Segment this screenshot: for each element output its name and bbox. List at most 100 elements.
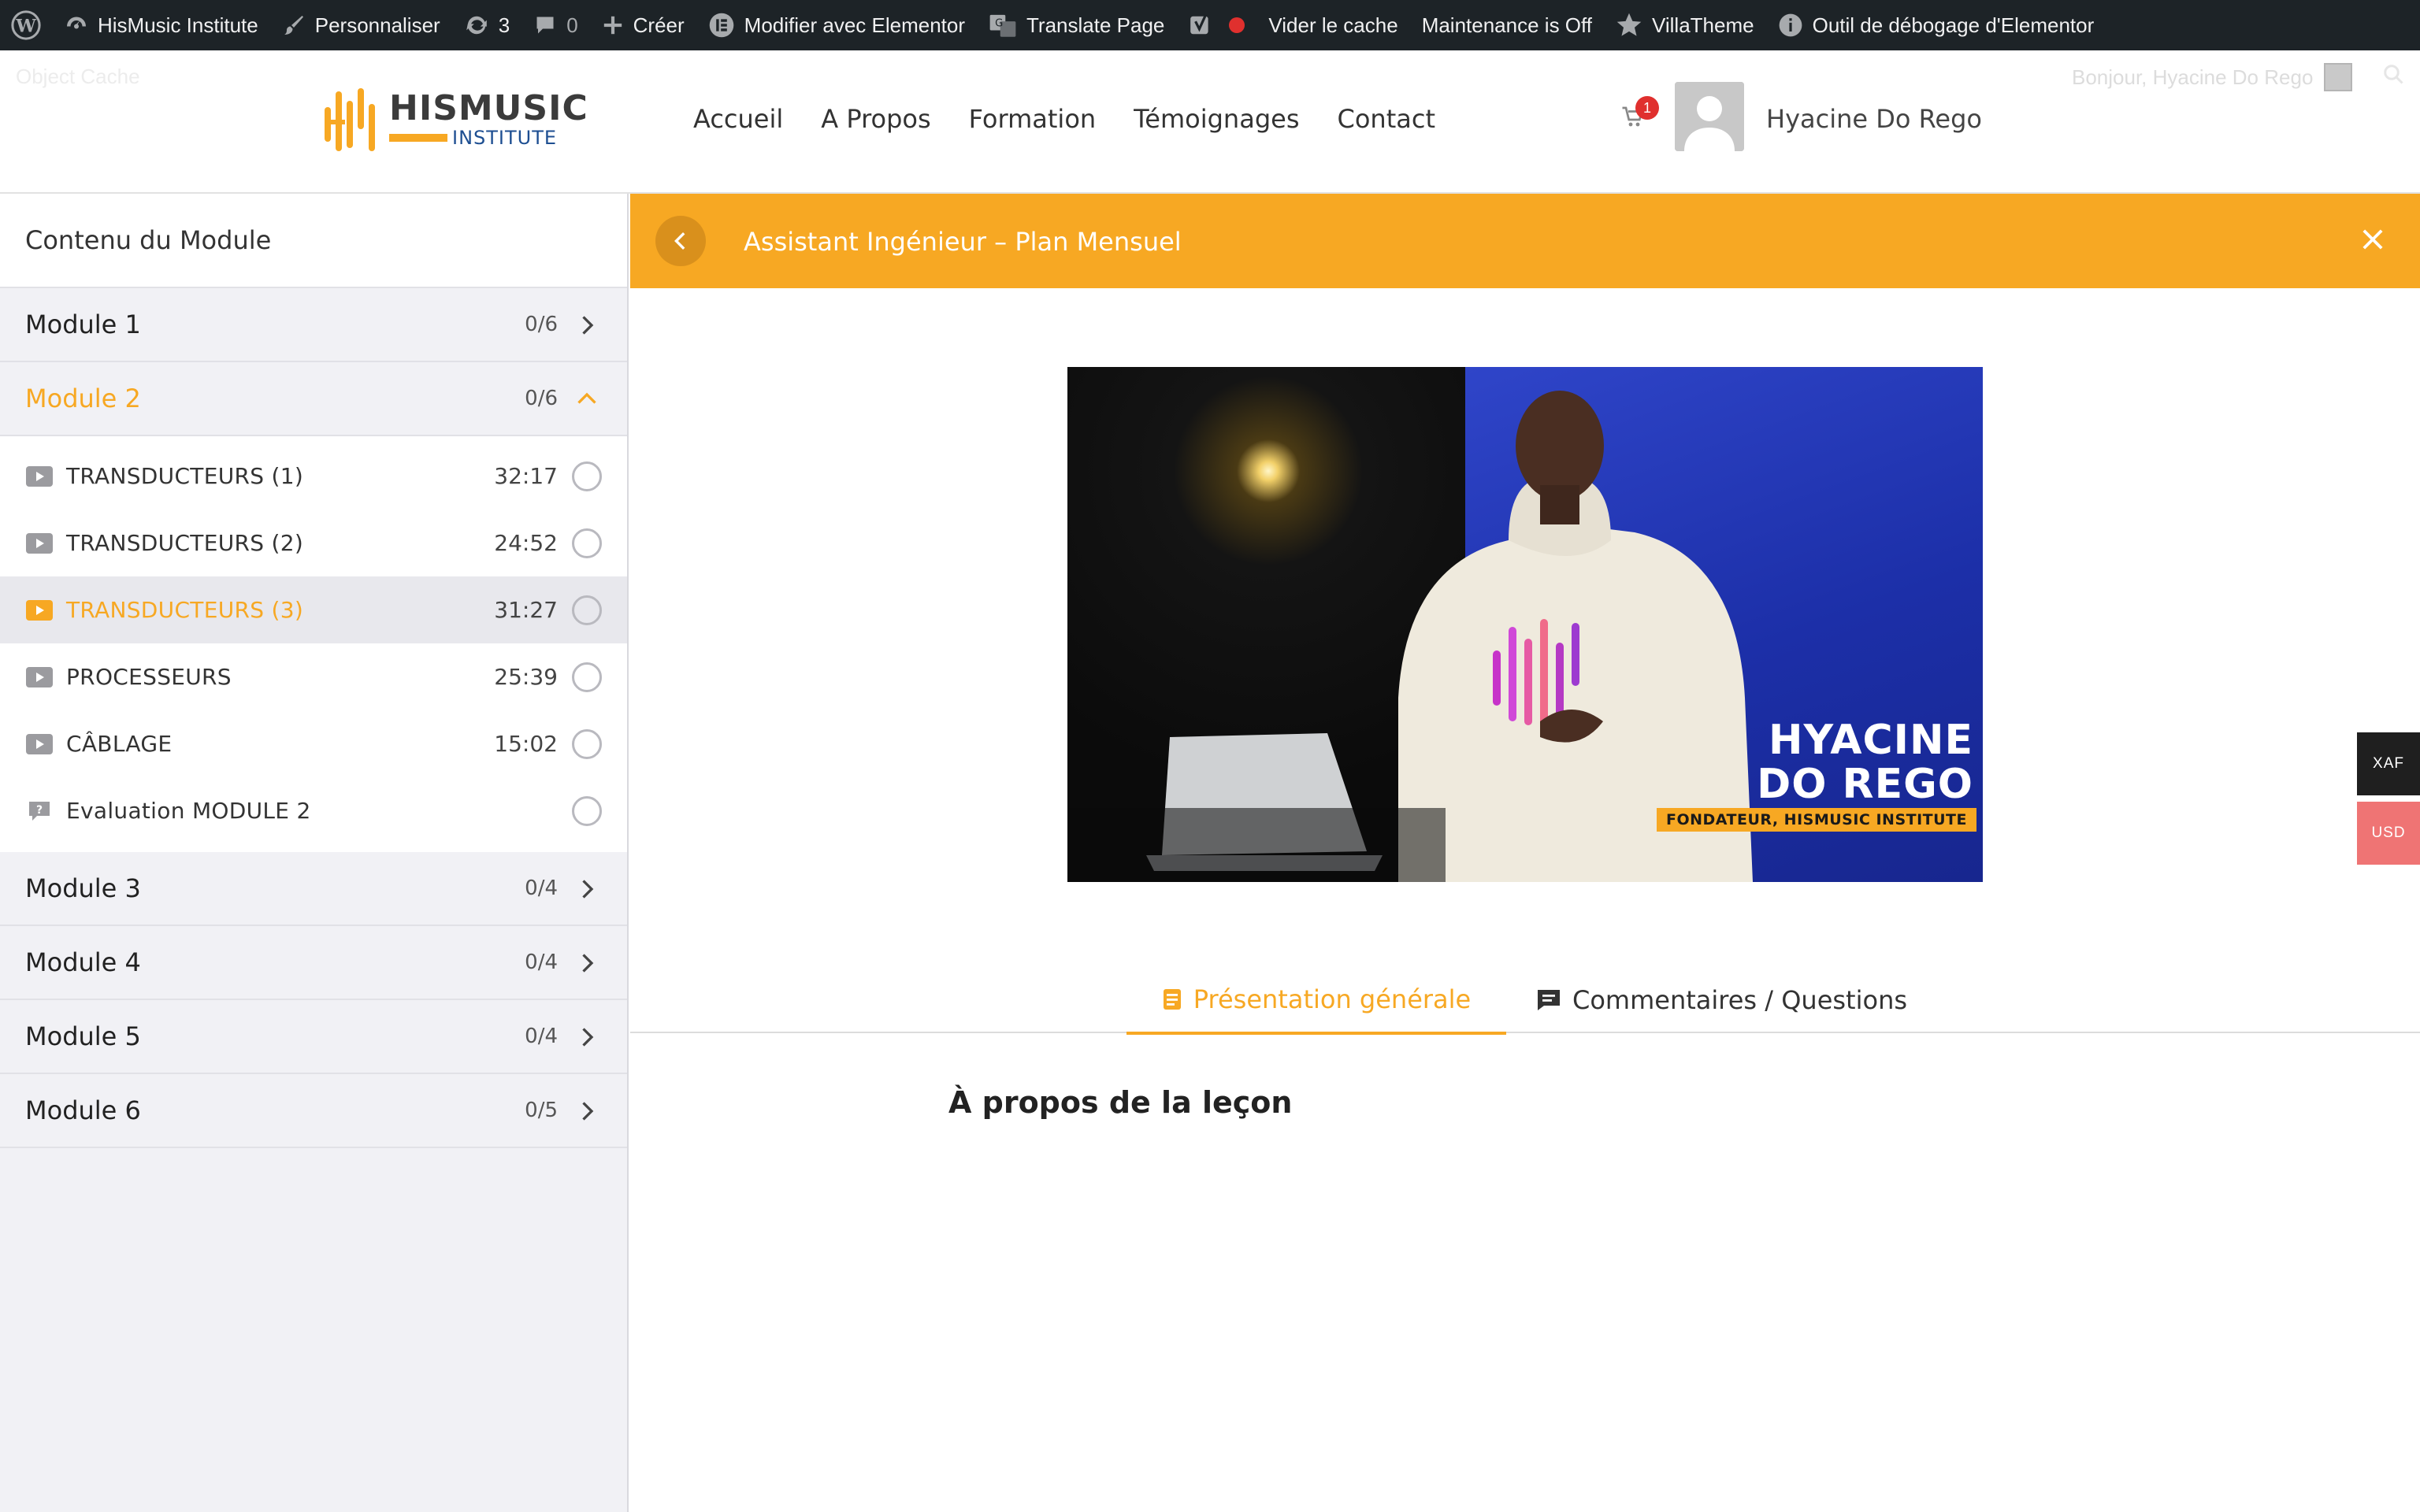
chevron-right-icon — [582, 1102, 594, 1121]
object-cache-label: Object Cache — [16, 65, 140, 88]
module-name: Module 4 — [25, 947, 141, 977]
seo-status-dot — [1229, 17, 1245, 33]
lesson-duration: 24:52 — [494, 530, 558, 556]
lesson-item-active[interactable]: TRANSDUCTEURS (3) 31:27 — [0, 576, 627, 643]
updates-icon — [466, 16, 487, 35]
lesson-item[interactable]: TRANSDUCTEURS (1) 32:17 — [0, 443, 627, 510]
completion-circle-icon[interactable] — [572, 595, 602, 625]
lesson-video-player[interactable]: HYACINE DO REGO FONDATEUR, HISMUSIC INST… — [1067, 367, 1983, 882]
tab-comments[interactable]: Commentaires / Questions — [1536, 967, 1907, 1033]
admin-bar-updates[interactable]: 3 — [464, 0, 510, 50]
user-greeting[interactable]: Bonjour, Hyacine Do Rego — [2072, 63, 2353, 91]
module-progress: 0/5 — [525, 1099, 558, 1122]
module-name: Module 6 — [25, 1095, 141, 1125]
close-icon[interactable] — [2360, 227, 2385, 255]
wordpress-logo-icon[interactable]: W — [11, 0, 41, 50]
clear-cache-label: Vider le cache — [1268, 13, 1398, 37]
module-progress: 0/4 — [525, 1025, 558, 1048]
chevron-left-icon — [674, 232, 685, 250]
module-name: Module 3 — [25, 873, 141, 903]
admin-bar-customize[interactable]: Personnaliser — [282, 0, 440, 50]
nav-accueil[interactable]: Accueil — [693, 104, 783, 134]
module-item-5[interactable]: Module 5 0/4 — [0, 1000, 627, 1074]
module-name: Module 2 — [25, 384, 141, 413]
video-play-icon — [25, 666, 54, 688]
about-lesson-heading: À propos de la leçon — [948, 1085, 1293, 1120]
site-header: Object Cache Bonjour, Hyacine Do Rego HI… — [0, 50, 2420, 194]
module-2-lessons: TRANSDUCTEURS (1) 32:17 TRANSDUCTEURS (2… — [0, 436, 627, 852]
completion-circle-icon[interactable] — [572, 662, 602, 692]
module-progress: 0/4 — [525, 876, 558, 900]
translate-icon: G — [989, 14, 1016, 37]
search-icon[interactable] — [2382, 63, 2406, 90]
logo-text-main: HISMUSIC — [389, 88, 588, 128]
chevron-right-icon — [582, 1028, 594, 1047]
module-item-3[interactable]: Module 3 0/4 — [0, 852, 627, 926]
main-nav: Accueil A Propos Formation Témoignages C… — [693, 104, 1473, 134]
admin-bar-new[interactable]: Créer — [602, 0, 685, 50]
module-item-2[interactable]: Module 2 0/6 — [0, 362, 627, 436]
user-name[interactable]: Hyacine Do Rego — [1766, 104, 1982, 134]
completion-circle-icon[interactable] — [572, 795, 602, 826]
currency-usd[interactable]: USD — [2357, 802, 2420, 865]
lesson-item[interactable]: TRANSDUCTEURS (2) 24:52 — [0, 510, 627, 576]
video-play-icon — [25, 599, 54, 621]
admin-bar-villatheme[interactable]: VillaTheme — [1616, 0, 1754, 50]
module-item-4[interactable]: Module 4 0/4 — [0, 926, 627, 1000]
admin-bar-maintenance[interactable]: Maintenance is Off — [1422, 0, 1592, 50]
lesson-tabs: Présentation générale Commentaires / Que… — [630, 967, 2420, 1035]
logo-mark-icon — [325, 88, 375, 151]
admin-bar-elementor-debug[interactable]: Outil de débogage d'Elementor — [1778, 0, 2094, 50]
user-silhouette-icon — [1675, 82, 1744, 151]
module-name: Module 1 — [25, 309, 141, 339]
svg-text:W: W — [15, 17, 36, 37]
back-button[interactable] — [655, 216, 706, 266]
nav-contact[interactable]: Contact — [1337, 104, 1435, 134]
module-name: Module 5 — [25, 1021, 141, 1051]
completion-circle-icon[interactable] — [572, 528, 602, 558]
admin-bar-elementor-edit[interactable]: Modifier avec Elementor — [708, 0, 965, 50]
svg-text:?: ? — [36, 803, 43, 816]
chevron-right-icon — [582, 316, 594, 335]
yoast-icon[interactable] — [1188, 0, 1245, 50]
nav-a-propos[interactable]: A Propos — [821, 104, 930, 134]
lesson-item[interactable]: PROCESSEURS 25:39 — [0, 643, 627, 710]
module-item-6[interactable]: Module 6 0/5 — [0, 1074, 627, 1148]
site-logo[interactable]: HISMUSIC INSTITUTE — [323, 82, 588, 158]
site-name-label: HisMusic Institute — [98, 13, 258, 37]
maintenance-label: Maintenance is Off — [1421, 13, 1592, 37]
module-item-1[interactable]: Module 1 0/6 — [0, 288, 627, 362]
admin-bar-translate[interactable]: G Translate Page — [989, 0, 1164, 50]
cart-button[interactable]: 1 — [1621, 96, 1659, 132]
overlay-name-line1: HYACINE — [1769, 717, 1973, 764]
lesson-item[interactable]: CÂBLAGE 15:02 — [0, 710, 627, 777]
new-label: Créer — [633, 13, 685, 37]
completion-circle-icon[interactable] — [572, 728, 602, 759]
star-icon — [1616, 13, 1642, 36]
admin-bar-site-name[interactable]: HisMusic Institute — [65, 0, 258, 50]
module-progress: 0/6 — [525, 313, 558, 336]
nav-temoignages[interactable]: Témoignages — [1134, 104, 1299, 134]
lesson-duration: 32:17 — [494, 463, 558, 489]
user-avatar[interactable] — [1675, 82, 1744, 151]
villatheme-label: VillaTheme — [1652, 13, 1754, 37]
video-play-icon — [25, 532, 54, 554]
nav-formation[interactable]: Formation — [969, 104, 1097, 134]
tab-overview[interactable]: Présentation générale — [1126, 967, 1506, 1035]
chevron-right-icon — [582, 880, 594, 899]
comment-icon — [536, 17, 554, 34]
admin-bar-comments[interactable]: 0 — [533, 0, 578, 50]
course-sidebar: Contenu du Module Module 1 0/6 Module 2 … — [0, 194, 629, 1512]
logo-bar — [389, 134, 447, 142]
currency-xaf[interactable]: XAF — [2357, 732, 2420, 795]
lesson-title-bar: Assistant Ingénieur – Plan Mensuel — [630, 194, 2420, 288]
cart-count-badge: 1 — [1635, 96, 1659, 120]
admin-bar-clear-cache[interactable]: Vider le cache — [1268, 0, 1397, 50]
document-icon — [1163, 989, 1181, 1010]
tab-overview-label: Présentation générale — [1193, 984, 1472, 1014]
lesson-item[interactable]: ? Evaluation MODULE 2 — [0, 777, 627, 844]
completion-circle-icon[interactable] — [572, 461, 602, 491]
paintbrush-icon — [284, 16, 303, 35]
lesson-name: TRANSDUCTEURS (1) — [66, 463, 304, 489]
lesson-name: TRANSDUCTEURS (2) — [66, 530, 304, 556]
